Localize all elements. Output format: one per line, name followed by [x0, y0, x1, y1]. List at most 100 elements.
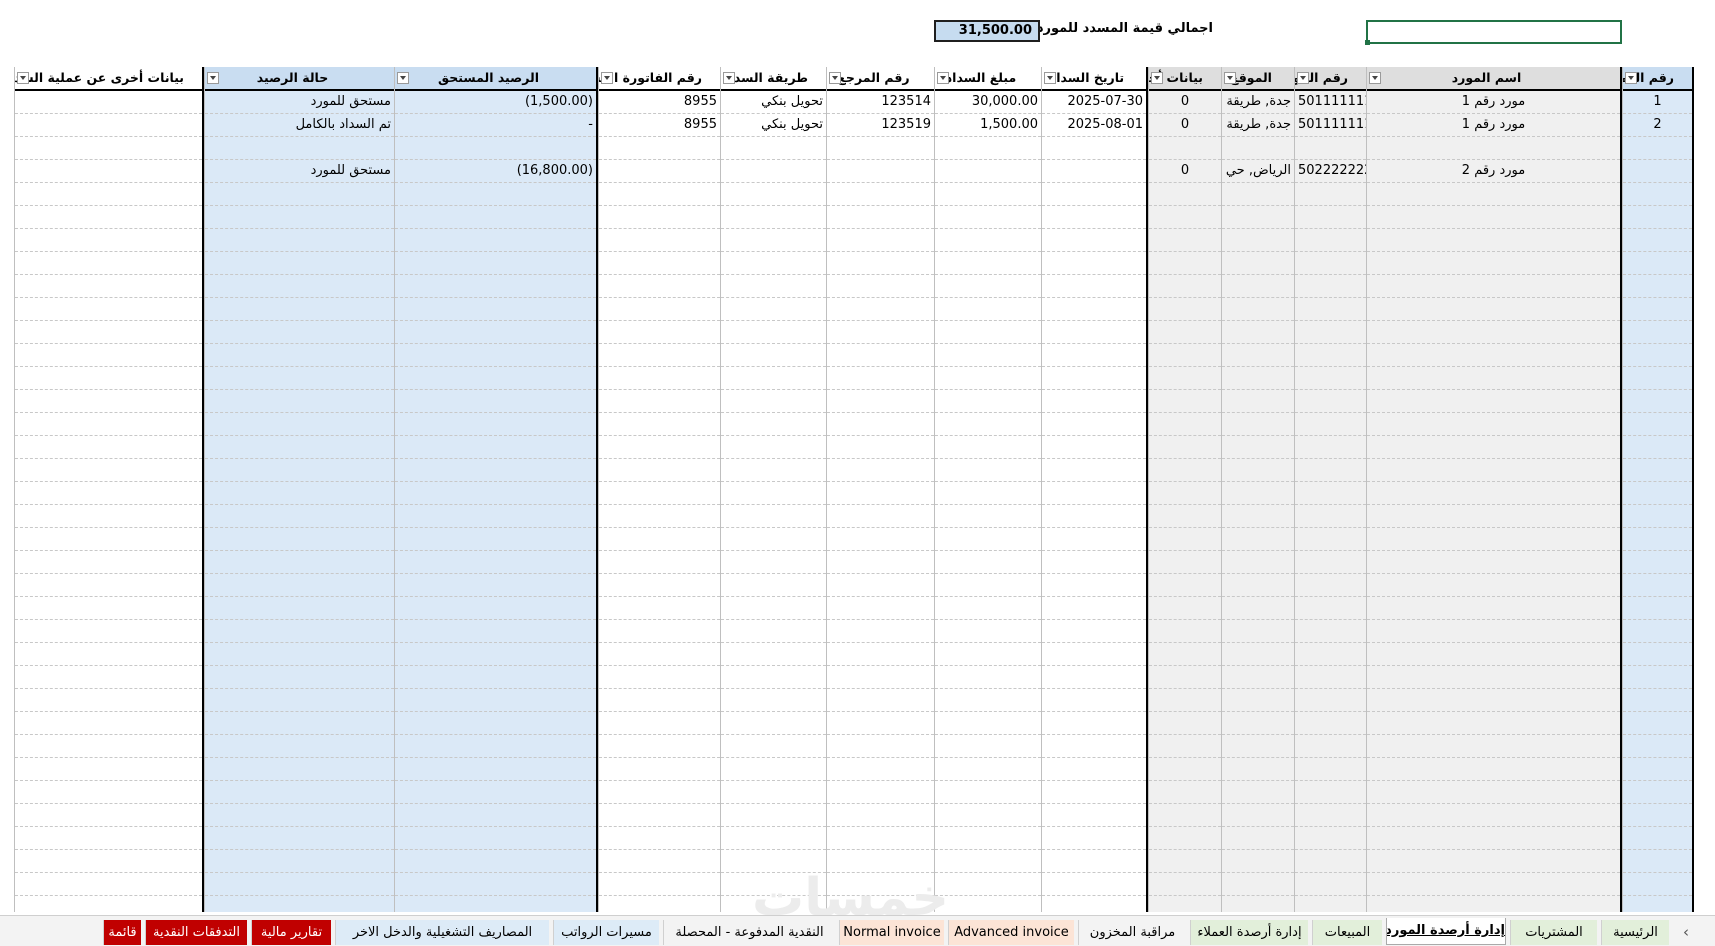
- table-cell[interactable]: [827, 183, 934, 206]
- table-cell[interactable]: [395, 321, 596, 344]
- table-cell[interactable]: [1149, 298, 1221, 321]
- table-cell[interactable]: [1295, 390, 1366, 413]
- filter-dropdown-icon[interactable]: [937, 72, 949, 84]
- table-cell[interactable]: [599, 896, 720, 912]
- table-cell[interactable]: [205, 298, 394, 321]
- table-cell[interactable]: [1367, 436, 1620, 459]
- table-cell[interactable]: تحويل بنكي: [721, 114, 826, 137]
- table-cell[interactable]: [395, 390, 596, 413]
- table-cell[interactable]: [1295, 781, 1366, 804]
- table-cell[interactable]: [1295, 229, 1366, 252]
- table-cell[interactable]: [599, 436, 720, 459]
- table-cell[interactable]: [1623, 735, 1692, 758]
- table-cell[interactable]: [721, 781, 826, 804]
- table-cell[interactable]: [1623, 275, 1692, 298]
- table-cell[interactable]: تم السداد بالكامل: [205, 114, 394, 137]
- table-cell[interactable]: [1623, 252, 1692, 275]
- table-cell[interactable]: [15, 781, 202, 804]
- table-cell[interactable]: [395, 827, 596, 850]
- table-cell[interactable]: [1623, 597, 1692, 620]
- table-cell[interactable]: [935, 689, 1041, 712]
- table-cell[interactable]: [827, 597, 934, 620]
- table-cell[interactable]: [1042, 275, 1146, 298]
- table-cell[interactable]: [935, 298, 1041, 321]
- table-cell[interactable]: [935, 528, 1041, 551]
- filter-dropdown-icon[interactable]: [1151, 72, 1163, 84]
- table-cell[interactable]: [1295, 252, 1366, 275]
- table-cell[interactable]: [1149, 597, 1221, 620]
- table-cell[interactable]: [1222, 896, 1294, 912]
- table-cell[interactable]: [1222, 137, 1294, 160]
- table-cell[interactable]: [395, 758, 596, 781]
- table-cell[interactable]: [1295, 643, 1366, 666]
- table-cell[interactable]: [205, 528, 394, 551]
- table-cell[interactable]: 1: [1623, 91, 1692, 114]
- table-cell[interactable]: [599, 528, 720, 551]
- table-cell[interactable]: [935, 137, 1041, 160]
- table-cell[interactable]: [1042, 620, 1146, 643]
- table-cell[interactable]: [1367, 459, 1620, 482]
- column-header-mobile[interactable]: رقم الجوال: [1295, 67, 1366, 91]
- table-cell[interactable]: [1222, 275, 1294, 298]
- table-cell[interactable]: [1295, 620, 1366, 643]
- table-cell[interactable]: [1623, 873, 1692, 896]
- table-cell[interactable]: [599, 229, 720, 252]
- table-cell[interactable]: [721, 689, 826, 712]
- table-cell[interactable]: [205, 183, 394, 206]
- table-cell[interactable]: [1149, 735, 1221, 758]
- table-cell[interactable]: [721, 183, 826, 206]
- table-cell[interactable]: [15, 620, 202, 643]
- table-cell[interactable]: [599, 482, 720, 505]
- filter-dropdown-icon[interactable]: [1369, 72, 1381, 84]
- table-cell[interactable]: [721, 160, 826, 183]
- table-cell[interactable]: [599, 459, 720, 482]
- table-cell[interactable]: [395, 804, 596, 827]
- table-cell[interactable]: [935, 574, 1041, 597]
- table-cell[interactable]: [599, 252, 720, 275]
- table-cell[interactable]: [721, 574, 826, 597]
- table-cell[interactable]: [1042, 482, 1146, 505]
- sheet-tab[interactable]: مراقبة المخزون: [1078, 920, 1186, 945]
- table-cell[interactable]: [1149, 413, 1221, 436]
- table-cell[interactable]: [1623, 367, 1692, 390]
- table-cell[interactable]: [1042, 804, 1146, 827]
- table-cell[interactable]: [1222, 689, 1294, 712]
- table-cell[interactable]: [1042, 321, 1146, 344]
- table-cell[interactable]: [1149, 850, 1221, 873]
- table-cell[interactable]: [1149, 390, 1221, 413]
- column-header-other-payment[interactable]: بيانات أخرى عن عملية السداد: [15, 67, 202, 91]
- column-header-op-no[interactable]: رقم العملية: [1623, 67, 1692, 91]
- table-cell[interactable]: [721, 229, 826, 252]
- table-cell[interactable]: 30,000.00: [935, 91, 1041, 114]
- table-cell[interactable]: [15, 643, 202, 666]
- table-cell[interactable]: 501111111: [1295, 91, 1366, 114]
- table-cell[interactable]: [1149, 551, 1221, 574]
- table-cell[interactable]: [1042, 827, 1146, 850]
- table-cell[interactable]: [1149, 643, 1221, 666]
- table-cell[interactable]: [395, 574, 596, 597]
- table-cell[interactable]: [1042, 505, 1146, 528]
- table-cell[interactable]: [827, 367, 934, 390]
- table-cell[interactable]: [205, 735, 394, 758]
- table-cell[interactable]: [827, 413, 934, 436]
- table-cell[interactable]: [205, 574, 394, 597]
- table-cell[interactable]: [395, 551, 596, 574]
- table-cell[interactable]: [395, 505, 596, 528]
- table-cell[interactable]: [935, 666, 1041, 689]
- table-cell[interactable]: [935, 804, 1041, 827]
- table-cell[interactable]: [935, 597, 1041, 620]
- table-cell[interactable]: [599, 367, 720, 390]
- table-cell[interactable]: [395, 597, 596, 620]
- table-cell[interactable]: [935, 712, 1041, 735]
- table-cell[interactable]: [15, 689, 202, 712]
- table-cell[interactable]: [1367, 390, 1620, 413]
- table-cell[interactable]: [1149, 620, 1221, 643]
- table-cell[interactable]: [1295, 344, 1366, 367]
- table-cell[interactable]: [721, 666, 826, 689]
- chevron-left-icon[interactable]: ‹: [1676, 922, 1696, 942]
- table-cell[interactable]: [827, 620, 934, 643]
- table-cell[interactable]: [15, 206, 202, 229]
- table-cell[interactable]: [1222, 758, 1294, 781]
- table-cell[interactable]: [205, 505, 394, 528]
- table-cell[interactable]: [1295, 528, 1366, 551]
